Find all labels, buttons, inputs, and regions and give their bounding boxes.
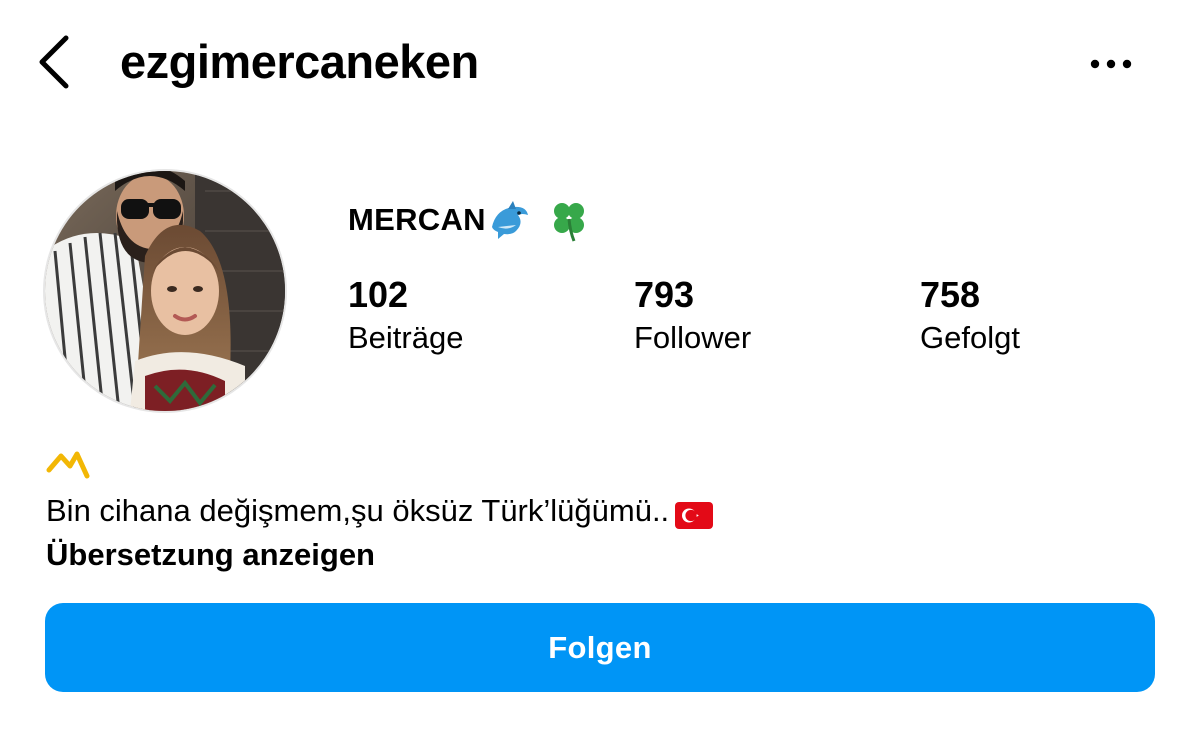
back-button[interactable]: [30, 30, 80, 94]
stat-posts[interactable]: 102 Beiträge: [348, 272, 463, 358]
bio-symbol-icon: [46, 448, 90, 482]
more-horizontal-icon: [1090, 59, 1132, 69]
top-bar: ezgimercaneken: [0, 0, 1200, 125]
show-translation-link[interactable]: Übersetzung anzeigen: [46, 534, 375, 576]
stat-following-value: 758: [920, 274, 981, 315]
stat-following[interactable]: 758 Gefolgt: [920, 272, 1020, 358]
profile-username: ezgimercaneken: [120, 35, 479, 88]
stat-followers-value: 793: [634, 274, 695, 315]
four-leaf-clover-emoji: [546, 197, 592, 243]
profile-display-name: MERCAN: [348, 197, 592, 243]
profile-avatar[interactable]: [45, 171, 285, 411]
more-options-button[interactable]: [1082, 44, 1142, 84]
follow-button[interactable]: Folgen: [45, 603, 1155, 692]
bio-text-line: Bin cihana değişmem,şu öksüz Türk’lüğümü…: [46, 490, 714, 532]
stat-followers-label: Follower: [634, 320, 752, 355]
stat-posts-value: 102: [348, 274, 409, 315]
stat-followers[interactable]: 793 Follower: [634, 272, 751, 358]
dolphin-emoji: [486, 197, 532, 243]
display-name-text: MERCAN: [348, 202, 486, 237]
turkey-flag-emoji: [675, 498, 714, 529]
stat-following-label: Gefolgt: [920, 320, 1020, 355]
profile-photo: [45, 171, 285, 411]
bio-text: Bin cihana değişmem,şu öksüz Türk’lüğümü…: [46, 493, 670, 528]
chevron-left-icon: [39, 35, 69, 89]
stat-posts-label: Beiträge: [348, 320, 464, 355]
